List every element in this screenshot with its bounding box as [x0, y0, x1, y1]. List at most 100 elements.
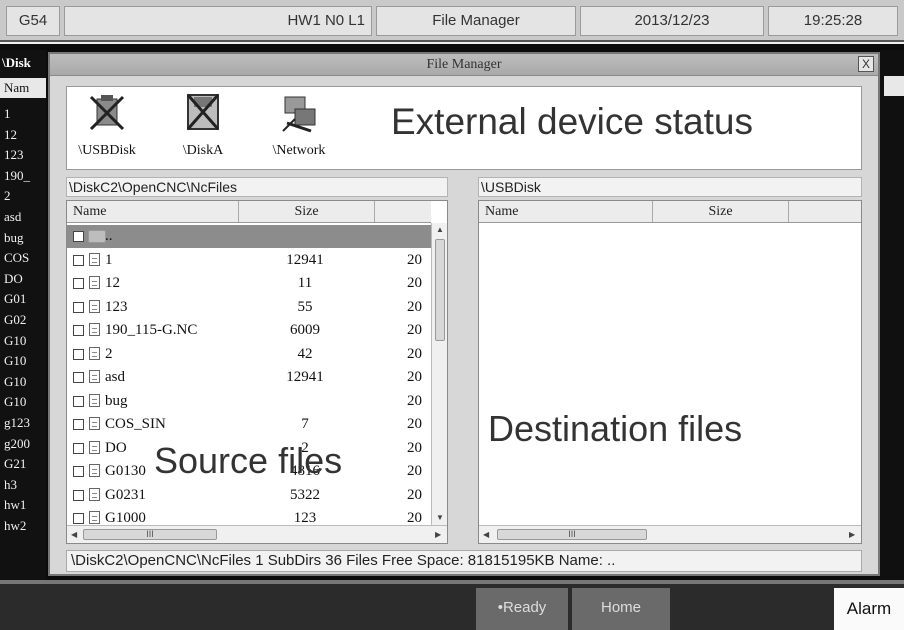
file-row[interactable]: 1 12941 20 [67, 249, 431, 272]
file-manager-dialog: File Manager X \USBDisk \DiskA \Network … [48, 52, 880, 576]
background-list-item: G01 [4, 291, 27, 307]
file-size: 5322 [290, 486, 320, 503]
destination-file-panel: Name Size ◀ III ▶ [478, 200, 862, 544]
row-checkbox[interactable] [73, 325, 84, 336]
row-checkbox[interactable] [73, 348, 84, 360]
file-name: 1 [105, 251, 113, 268]
scroll-left-icon[interactable]: ◀ [71, 530, 77, 539]
scroll-thumb[interactable] [435, 239, 445, 341]
scroll-right-icon[interactable]: ▶ [849, 530, 855, 539]
background-list-item: g200 [4, 435, 30, 451]
background-path: \Disk [2, 55, 31, 70]
file-size: 42 [297, 345, 313, 362]
scroll-left-icon[interactable]: ◀ [483, 530, 489, 539]
row-checkbox[interactable] [73, 301, 84, 313]
row-checkbox[interactable] [73, 254, 84, 266]
row-checkbox[interactable] [73, 278, 84, 289]
row-checkbox[interactable] [73, 395, 84, 407]
file-name: G0231 [105, 486, 146, 503]
column-date[interactable] [789, 201, 861, 222]
scroll-thumb[interactable]: III [497, 529, 647, 540]
column-name[interactable]: Name [479, 201, 653, 222]
row-checkbox[interactable] [73, 372, 84, 383]
file-name: G0130 [105, 463, 146, 479]
column-size[interactable]: Size [239, 201, 375, 222]
top-status-bar: G54 HW1 N0 L1 File Manager 2013/12/23 19… [0, 0, 904, 42]
source-file-panel: Name Size .. 1 12941 20 12 11 20 123 55 20 190_115… [66, 200, 448, 544]
file-row[interactable]: G0231 5322 20 [67, 484, 431, 507]
file-icon [89, 323, 100, 336]
row-checkbox[interactable] [73, 466, 84, 477]
file-icon [89, 440, 100, 454]
file-name: asd [105, 369, 125, 385]
file-name: 123 [105, 298, 128, 315]
column-name[interactable]: Name [67, 201, 239, 222]
file-icon [89, 464, 100, 477]
file-row[interactable]: asd 12941 20 [67, 366, 431, 389]
destination-horizontal-scrollbar[interactable]: ◀ III ▶ [479, 525, 861, 543]
background-list-item: G02 [4, 312, 27, 327]
scroll-up-icon[interactable]: ▲ [436, 225, 444, 234]
file-row[interactable]: bug 20 [67, 390, 431, 413]
file-size: 6009 [290, 322, 320, 338]
background-list-item: 12 [4, 126, 17, 142]
annotation-external-device-status: External device status [391, 101, 753, 142]
folder-icon [88, 230, 106, 243]
background-column-header: Nam [0, 78, 46, 98]
file-date: 20 [407, 251, 422, 268]
background-file-list: \Disk Nam 1 12 123 190_ 2 asd bug COS DO G01 G02 G1… [0, 50, 46, 580]
file-date: 20 [407, 463, 422, 479]
scroll-down-icon[interactable]: ▼ [436, 513, 444, 522]
close-button[interactable]: X [858, 56, 874, 72]
background-list-item: G21 [4, 456, 27, 472]
scroll-right-icon[interactable]: ▶ [435, 530, 441, 539]
background-list-item: 2 [4, 188, 11, 204]
coordinate-mode: G54 [6, 6, 60, 36]
annotation-destination-files: Destination files [488, 408, 743, 449]
column-size[interactable]: Size [653, 201, 789, 222]
file-row[interactable]: 123 55 20 [67, 296, 431, 319]
file-name: COS_SIN [105, 416, 166, 432]
row-checkbox[interactable] [73, 489, 84, 501]
background-header-tab [884, 76, 904, 96]
device-usbdisk[interactable]: \USBDisk [67, 91, 147, 167]
row-checkbox[interactable] [73, 513, 84, 524]
row-checkbox[interactable] [73, 419, 84, 430]
file-date: 20 [407, 369, 422, 385]
dialog-title-bar[interactable]: File Manager X [50, 54, 878, 76]
row-checkbox[interactable] [73, 442, 84, 454]
file-date: 20 [407, 275, 422, 291]
device-network[interactable]: \Network [259, 91, 339, 167]
alarm-button[interactable]: Alarm [834, 588, 904, 630]
home-button[interactable]: Home [572, 588, 670, 630]
bottom-divider [0, 580, 904, 584]
file-row[interactable]: 2 42 20 [67, 343, 431, 366]
ready-status: •Ready [476, 588, 568, 630]
file-date: 20 [407, 486, 422, 503]
row-checkbox[interactable] [73, 231, 84, 242]
source-horizontal-scrollbar[interactable]: ◀ III ▶ [67, 525, 447, 543]
file-row[interactable]: 12 11 20 [67, 272, 431, 295]
background-list-item: asd [4, 209, 22, 224]
source-vertical-scrollbar[interactable]: ▲ ▼ [431, 223, 447, 525]
parent-folder-row[interactable]: .. [67, 225, 431, 248]
screen-title: File Manager [376, 6, 576, 36]
column-date[interactable] [375, 201, 431, 222]
file-icon [89, 393, 100, 407]
file-size: 7 [301, 416, 309, 432]
file-row[interactable]: 190_115-G.NC 6009 20 [67, 319, 431, 342]
scroll-thumb[interactable]: III [83, 529, 217, 540]
file-icon [89, 299, 100, 313]
background-list-item: hw1 [4, 497, 27, 513]
bottom-softkey-bar: •Ready Home Alarm [0, 580, 904, 630]
usb-disk-icon [89, 93, 125, 133]
file-row[interactable]: COS_SIN 7 20 [67, 413, 431, 436]
device-label: \USBDisk [78, 143, 136, 158]
dialog-title: File Manager [426, 57, 502, 72]
device-diska[interactable]: \DiskA [163, 91, 243, 167]
file-size: 12941 [286, 251, 324, 268]
destination-column-header: Name Size [479, 201, 861, 223]
file-size: 12941 [286, 369, 324, 385]
background-list-item: 1 [4, 106, 11, 121]
date-display: 2013/12/23 [580, 6, 764, 36]
